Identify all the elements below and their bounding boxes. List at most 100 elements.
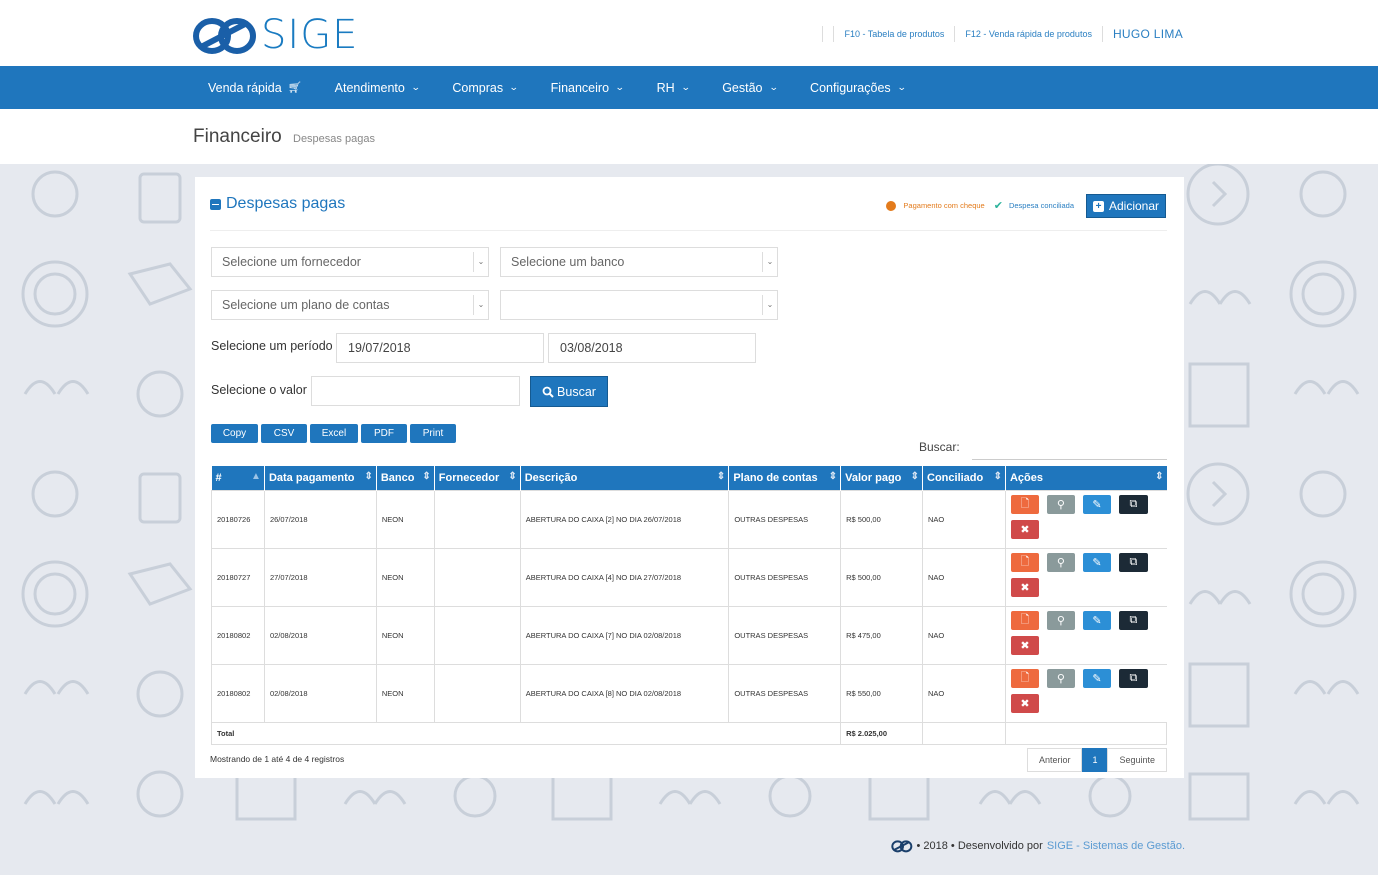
select-placeholder: Selecione um fornecedor	[222, 255, 361, 269]
search-icon	[542, 386, 554, 398]
legend: Pagamento com cheque ✔ Despesa conciliad…	[886, 199, 1074, 212]
pdf-button[interactable]: 🗋	[1010, 610, 1039, 630]
despesas-table: # ▲ Data pagamento ⇕ Banco ⇕ Fornecedor ⇕ De…	[210, 466, 1168, 745]
plus-icon: +	[1092, 200, 1104, 212]
csv-button[interactable]: CSV	[261, 424, 307, 443]
col-fornecedor[interactable]: Fornecedor ⇕	[434, 466, 521, 490]
next-page-button[interactable]: Seguinte	[1107, 748, 1167, 772]
sort-icon: ⇕	[422, 471, 431, 482]
file-icon: 🗋	[1020, 497, 1030, 510]
cell-conciliado: NAO	[922, 547, 1006, 607]
nav-venda-rapida[interactable]: Venda rápida 🛒︎	[208, 81, 302, 95]
copy-icon: ⧉	[1129, 497, 1138, 510]
cell-acoes: 🗋 ⚲ ✎ ⧉ ✖	[1004, 663, 1167, 723]
divider	[1101, 26, 1103, 42]
delete-button[interactable]: ✖	[1010, 577, 1039, 597]
chevron-down-icon: ⌄	[508, 82, 519, 92]
total-empty	[1004, 721, 1168, 745]
add-button[interactable]: + Adicionar	[1086, 194, 1166, 218]
sort-icon: ⇕	[364, 471, 373, 482]
col-descricao[interactable]: Descrição ⇕	[520, 466, 730, 490]
duplicate-button[interactable]: ⧉	[1118, 668, 1148, 688]
duplicate-button[interactable]: ⧉	[1118, 552, 1148, 572]
date-end-input[interactable]: 03/08/2018	[548, 333, 756, 363]
search-icon: ⚲	[1056, 498, 1065, 511]
user-menu[interactable]: HUGO LIMA	[1113, 27, 1183, 41]
edit-button[interactable]: ✎	[1082, 610, 1111, 630]
fornecedor-select[interactable]: Selecione um fornecedor ⌄	[211, 247, 489, 277]
edit-button[interactable]: ✎	[1082, 668, 1111, 688]
nav-compras[interactable]: Compras ⌄	[452, 81, 519, 95]
col-plano-contas[interactable]: Plano de contas ⇕	[728, 466, 842, 490]
pdf-button[interactable]: 🗋	[1010, 494, 1039, 514]
buscar-button[interactable]: Buscar	[530, 376, 608, 407]
cell-id: 20180802	[211, 605, 265, 665]
legend-cheque: Pagamento com cheque	[903, 201, 985, 210]
footer-link[interactable]: SIGE - Sistemas de Gestão.	[1047, 840, 1185, 852]
periodo-label: Selecione um período	[211, 339, 333, 353]
delete-button[interactable]: ✖	[1010, 635, 1039, 655]
collapse-icon[interactable]	[210, 198, 221, 210]
col-id[interactable]: # ▲	[211, 466, 265, 490]
nav-atendimento[interactable]: Atendimento ⌄	[334, 80, 421, 95]
view-button[interactable]: ⚲	[1046, 610, 1075, 630]
valor-input[interactable]	[311, 376, 520, 406]
view-button[interactable]: ⚲	[1046, 494, 1075, 514]
top-links: F10 - Tabela de produtos F12 - Venda ráp…	[812, 26, 1183, 42]
secondary-select[interactable]: ⌄	[500, 290, 778, 320]
pagination: Anterior 1 Seguinte	[1026, 748, 1167, 772]
page-1-button[interactable]: 1	[1082, 748, 1108, 772]
add-button-label: Adicionar	[1108, 199, 1160, 213]
cell-fornecedor	[433, 605, 521, 665]
divider	[954, 26, 956, 42]
col-data-pagamento[interactable]: Data pagamento ⇕	[264, 466, 377, 490]
nav-label: Atendimento	[334, 80, 405, 95]
nav-label: Venda rápida	[208, 80, 282, 95]
nav-gestao[interactable]: Gestão ⌄	[722, 81, 778, 95]
pdf-button[interactable]: PDF	[361, 424, 407, 443]
duplicate-button[interactable]: ⧉	[1118, 494, 1148, 514]
pencil-icon: ✎	[1092, 498, 1102, 511]
divider	[822, 26, 824, 42]
search-icon: ⚲	[1056, 556, 1065, 569]
col-label: Fornecedor	[438, 471, 500, 484]
delete-button[interactable]: ✖	[1010, 519, 1039, 539]
divider	[833, 26, 835, 42]
edit-button[interactable]: ✎	[1082, 552, 1111, 572]
nav-configuracoes[interactable]: Configurações ⌄	[810, 81, 906, 95]
nav-rh[interactable]: RH ⌄	[657, 81, 691, 95]
duplicate-button[interactable]: ⧉	[1118, 610, 1148, 630]
col-acoes[interactable]: Ações ⇕	[1005, 466, 1167, 490]
excel-button[interactable]: Excel	[310, 424, 358, 443]
view-button[interactable]: ⚲	[1046, 668, 1075, 688]
f10-link[interactable]: F10 - Tabela de produtos	[844, 29, 944, 39]
col-banco[interactable]: Banco ⇕	[376, 466, 435, 490]
nav-financeiro[interactable]: Financeiro ⌄	[551, 81, 625, 95]
delete-button[interactable]: ✖	[1010, 693, 1039, 713]
f12-link[interactable]: F12 - Venda rápida de produtos	[965, 29, 1092, 39]
pdf-button[interactable]: 🗋	[1010, 668, 1039, 688]
cell-fornecedor	[433, 663, 521, 723]
cell-plano: OUTRAS DESPESAS	[728, 547, 842, 607]
brand-logo[interactable]: SIGE	[193, 12, 358, 58]
edit-button[interactable]: ✎	[1082, 494, 1111, 514]
copy-button[interactable]: Copy	[211, 424, 258, 443]
print-button[interactable]: Print	[410, 424, 456, 443]
search-label: Buscar:	[919, 440, 960, 454]
pdf-button[interactable]: 🗋	[1010, 552, 1039, 572]
total-label: Total	[210, 721, 842, 745]
cell-acoes: 🗋 ⚲ ✎ ⧉ ✖	[1004, 547, 1167, 607]
prev-page-button[interactable]: Anterior	[1026, 748, 1083, 772]
buscar-button-label: Buscar	[557, 384, 596, 399]
col-valor-pago[interactable]: Valor pago ⇕	[840, 466, 924, 490]
plano-contas-select[interactable]: Selecione um plano de contas ⌄	[211, 290, 489, 320]
col-conciliado[interactable]: Conciliado ⇕	[922, 466, 1006, 490]
pencil-icon: ✎	[1092, 556, 1102, 569]
panel-title[interactable]: Despesas pagas	[210, 195, 345, 213]
date-start-input[interactable]: 19/07/2018	[336, 333, 544, 363]
table-search-input[interactable]	[972, 459, 1167, 460]
banco-select[interactable]: Selecione um banco ⌄	[500, 247, 778, 277]
infinity-logo-icon	[193, 18, 256, 54]
view-button[interactable]: ⚲	[1046, 552, 1075, 572]
col-label: Conciliado	[927, 471, 984, 484]
